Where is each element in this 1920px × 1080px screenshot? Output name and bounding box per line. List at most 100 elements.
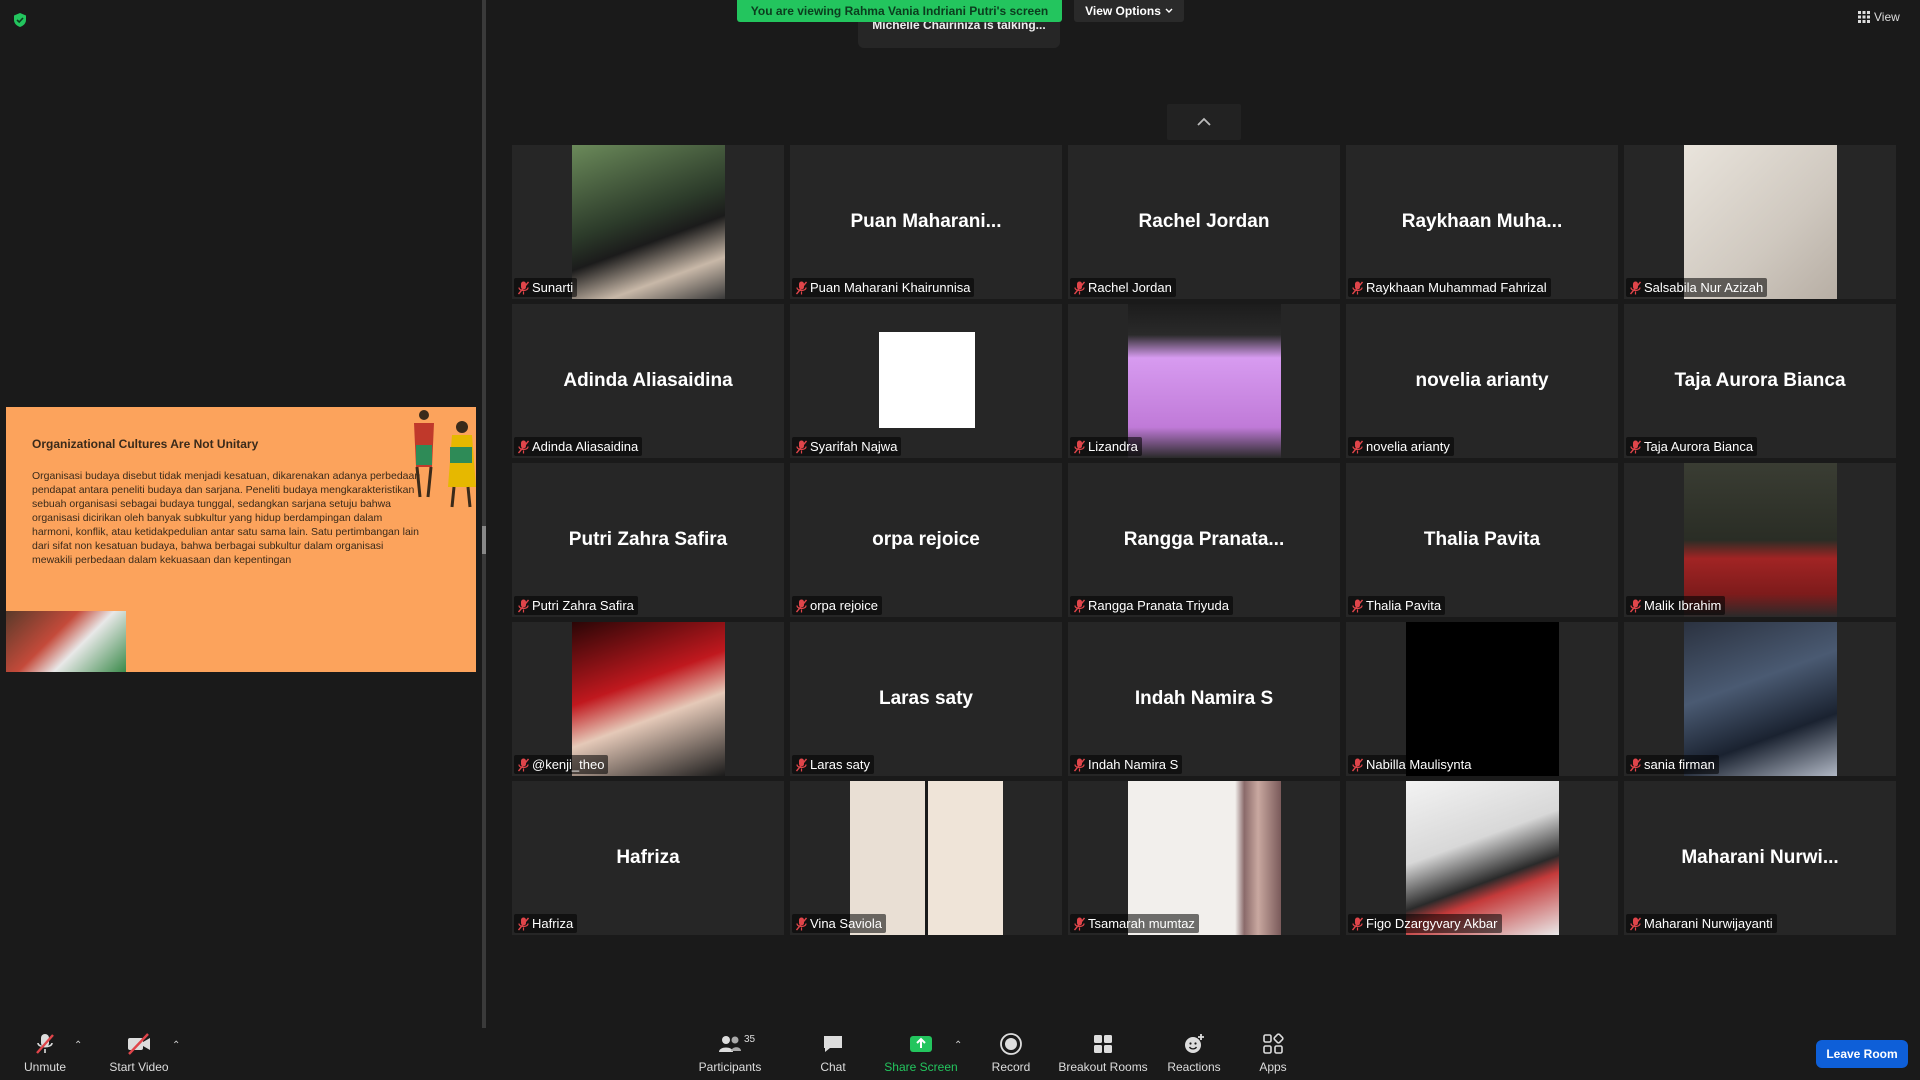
participant-name-label: novelia arianty: [1348, 437, 1454, 456]
collapse-gallery-button[interactable]: [1167, 104, 1241, 140]
screen-share-banner: You are viewing Rahma Vania Indriani Put…: [737, 0, 1062, 22]
participant-tile[interactable]: Figo Dzargyvary Akbar: [1346, 781, 1618, 935]
shared-screen-panel: Organizational Cultures Are Not Unitary …: [0, 0, 482, 1028]
participant-tile[interactable]: Taja Aurora Bianca Taja Aurora Bianca: [1624, 304, 1896, 458]
share-options-caret[interactable]: ⌃: [954, 1040, 962, 1051]
muted-microphone-icon: [1630, 599, 1641, 612]
participant-name-text: Indah Namira S: [1088, 757, 1179, 772]
muted-microphone-icon: [518, 917, 529, 930]
participant-display-name: Maharani Nurwi...: [1681, 847, 1839, 868]
muted-microphone-icon: [1352, 599, 1363, 612]
share-screen-button[interactable]: Share Screen: [884, 1028, 958, 1080]
muted-microphone-icon: [796, 440, 807, 453]
participant-tile[interactable]: novelia arianty novelia arianty: [1346, 304, 1618, 458]
participant-name-label: Rangga Pranata Triyuda: [1070, 596, 1233, 615]
participant-tile[interactable]: @kenji_theo: [512, 622, 784, 776]
participant-tile[interactable]: Vina Saviola: [790, 781, 1062, 935]
muted-microphone-icon: [796, 281, 807, 294]
participant-tile[interactable]: Laras saty Laras saty: [790, 622, 1062, 776]
breakout-rooms-icon: [1094, 1035, 1112, 1053]
participant-name-text: Thalia Pavita: [1366, 598, 1442, 613]
participant-name-text: Adinda Aliasaidina: [532, 439, 639, 454]
view-options-button[interactable]: View Options: [1074, 0, 1184, 22]
participant-tile[interactable]: Maharani Nurwi... Maharani Nurwijayanti: [1624, 781, 1896, 935]
participant-tile[interactable]: Rangga Pranata... Rangga Pranata Triyuda: [1068, 463, 1340, 617]
participant-name-text: Vina Saviola: [810, 916, 883, 931]
participant-tile[interactable]: Raykhaan Muha... Raykhaan Muhammad Fahriz…: [1346, 145, 1618, 299]
participant-name-label: Syarifah Najwa: [792, 437, 902, 456]
participant-name-label: Nabilla Maulisynta: [1348, 755, 1476, 774]
participant-name-text: @kenji_theo: [532, 757, 605, 772]
participant-tile[interactable]: Malik Ibrahim: [1624, 463, 1896, 617]
reactions-button[interactable]: Reactions: [1166, 1028, 1222, 1080]
apps-label: Apps: [1259, 1060, 1287, 1074]
participant-display-name: Taja Aurora Bianca: [1674, 370, 1846, 391]
participant-name-label: Raykhaan Muhammad Fahrizal: [1348, 278, 1551, 297]
leave-room-button[interactable]: Leave Room: [1816, 1040, 1908, 1068]
unmute-button[interactable]: Unmute: [20, 1028, 70, 1080]
participants-button[interactable]: Participants: [694, 1028, 766, 1080]
participant-name-text: Hafriza: [532, 916, 574, 931]
participant-name-label: Tsamarah mumtaz: [1070, 914, 1199, 933]
participant-tile[interactable]: Rachel Jordan Rachel Jordan: [1068, 145, 1340, 299]
video-options-caret[interactable]: ⌃: [172, 1040, 180, 1051]
start-video-label: Start Video: [109, 1060, 169, 1074]
participant-video: [1684, 463, 1837, 617]
panel-divider[interactable]: [482, 0, 486, 1028]
participant-name-text: Raykhaan Muhammad Fahrizal: [1366, 280, 1547, 295]
camera-off-icon: [128, 1033, 150, 1055]
participant-tile[interactable]: Sunarti: [512, 145, 784, 299]
record-button[interactable]: Record: [990, 1028, 1032, 1080]
participant-tile[interactable]: sania firman: [1624, 622, 1896, 776]
slide-photo: [6, 611, 126, 672]
divider-drag-handle[interactable]: [482, 526, 486, 554]
participant-name-label: Taja Aurora Bianca: [1626, 437, 1758, 456]
chat-button[interactable]: Chat: [812, 1028, 854, 1080]
participant-tile[interactable]: Puan Maharani... Puan Maharani Khairunnis…: [790, 145, 1062, 299]
participant-display-name: Indah Namira S: [1134, 688, 1274, 709]
participant-name-text: sania firman: [1644, 757, 1715, 772]
participant-tile[interactable]: Adinda Aliasaidina Adinda Aliasaidina: [512, 304, 784, 458]
muted-microphone-icon: [518, 599, 529, 612]
muted-microphone-icon: [1352, 281, 1363, 294]
participant-name-label: Putri Zahra Safira: [514, 596, 638, 615]
breakout-rooms-button[interactable]: Breakout Rooms: [1058, 1028, 1148, 1080]
participant-display-name: Laras saty: [878, 688, 973, 709]
view-options-label: View Options: [1085, 4, 1161, 18]
participant-name-text: Malik Ibrahim: [1644, 598, 1722, 613]
zoom-meeting-window: Organizational Cultures Are Not Unitary …: [0, 0, 1920, 1080]
participant-name-label: Sunarti: [514, 278, 578, 297]
participant-video: [1128, 781, 1281, 935]
share-screen-icon: [910, 1036, 932, 1052]
participant-tile[interactable]: Thalia Pavita Thalia Pavita: [1346, 463, 1618, 617]
security-shield-icon[interactable]: [12, 12, 28, 28]
audio-options-caret[interactable]: ⌃: [74, 1040, 82, 1051]
participant-tile[interactable]: Tsamarah mumtaz: [1068, 781, 1340, 935]
view-button[interactable]: View: [1858, 10, 1900, 24]
participant-name-text: Putri Zahra Safira: [532, 598, 634, 613]
participant-tile[interactable]: Syarifah Najwa: [790, 304, 1062, 458]
apps-button[interactable]: Apps: [1256, 1028, 1290, 1080]
participant-name-label: Hafriza: [514, 914, 578, 933]
muted-microphone-icon: [1352, 440, 1363, 453]
muted-microphone-icon: [1074, 758, 1085, 771]
participant-name-label: Lizandra: [1070, 437, 1142, 456]
participant-tile[interactable]: Hafriza Hafriza: [512, 781, 784, 935]
participant-tile[interactable]: Salsabila Nur Azizah: [1624, 145, 1896, 299]
participant-tile[interactable]: Lizandra: [1068, 304, 1340, 458]
participant-name-text: Rangga Pranata Triyuda: [1088, 598, 1229, 613]
participant-tile[interactable]: Indah Namira S Indah Namira S: [1068, 622, 1340, 776]
participant-name-text: Taja Aurora Bianca: [1644, 439, 1754, 454]
muted-microphone-icon: [1630, 917, 1641, 930]
reactions-label: Reactions: [1167, 1060, 1221, 1074]
participant-display-name: Thalia Pavita: [1423, 529, 1541, 550]
participant-tile[interactable]: Nabilla Maulisynta: [1346, 622, 1618, 776]
participant-tile[interactable]: orpa rejoice orpa rejoice: [790, 463, 1062, 617]
chat-bubble-icon: [824, 1036, 842, 1052]
muted-microphone-icon: [796, 599, 807, 612]
participants-icon: [719, 1036, 741, 1052]
share-screen-label: Share Screen: [884, 1060, 958, 1074]
start-video-button[interactable]: Start Video: [106, 1028, 172, 1080]
participant-tile[interactable]: Putri Zahra Safira Putri Zahra Safira: [512, 463, 784, 617]
participant-name-label: orpa rejoice: [792, 596, 882, 615]
